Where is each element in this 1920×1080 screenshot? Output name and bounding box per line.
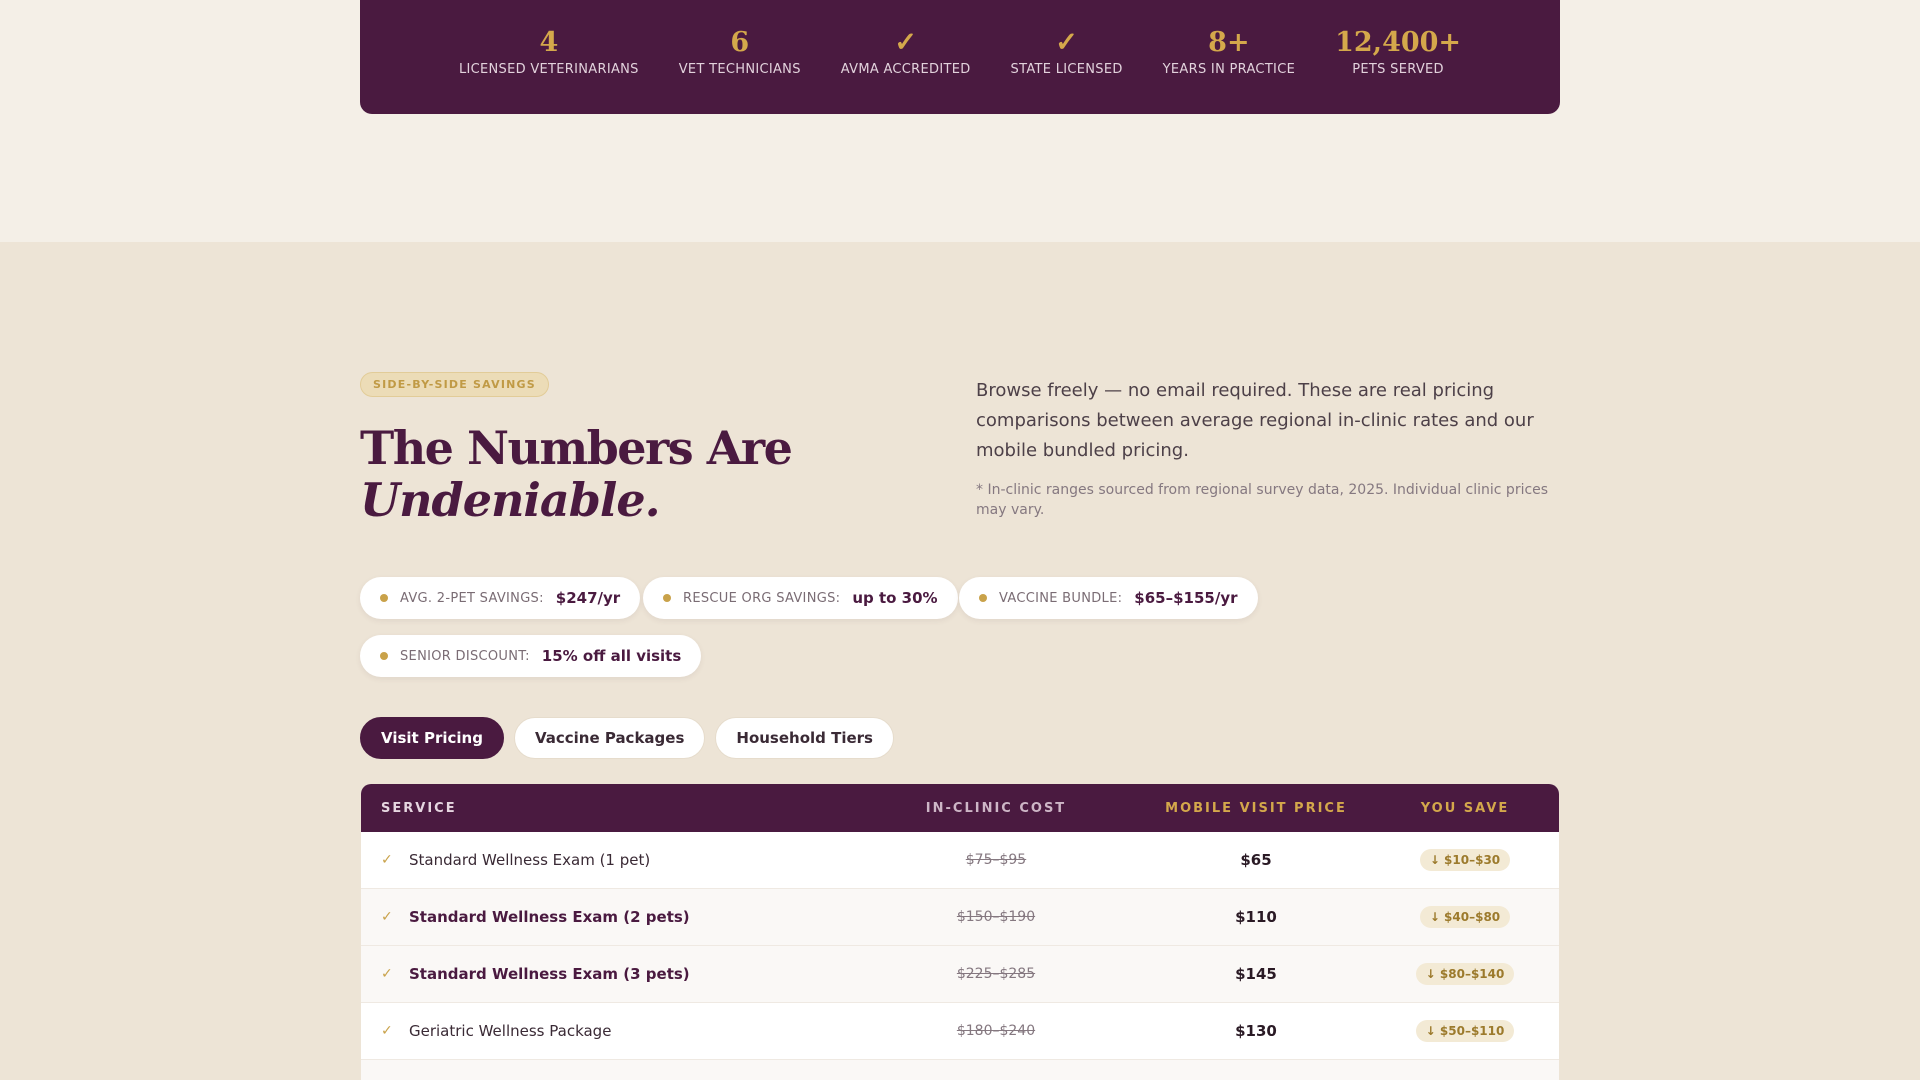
- savings-cell: ↓ $80–$140: [1371, 963, 1559, 985]
- bullet-dot-icon: [380, 652, 388, 660]
- service-name: Standard Wellness Exam (3 pets): [409, 965, 690, 983]
- table-row: ✓ Geriatric Wellness Package $180–$240 $…: [361, 1003, 1559, 1060]
- pricing-table: SERVICE IN-CLINIC COST MOBILE VISIT PRIC…: [361, 784, 1559, 1080]
- stat-veterinarians: 4 LICENSED VETERINARIANS: [439, 26, 659, 77]
- savings-badge: ↓ $80–$140: [1415, 963, 1515, 985]
- table-row: ✓ Standard Wellness Exam (1 pet) $75–$95…: [361, 832, 1559, 889]
- stat-value: 12,400+: [1335, 27, 1462, 58]
- stat-years: 8+ YEARS IN PRACTICE: [1143, 26, 1315, 77]
- savings-cell: ↓ $10–$30: [1371, 849, 1559, 871]
- chip-value: up to 30%: [852, 589, 938, 607]
- savings-cell: ↓ $40–$80: [1371, 906, 1559, 928]
- mobile-price: $110: [1235, 908, 1277, 926]
- savings-badge: ↓ $10–$30: [1419, 849, 1511, 871]
- service-name: Standard Wellness Exam (1 pet): [409, 851, 651, 869]
- chip-value: 15% off all visits: [541, 647, 682, 665]
- table-header: SERVICE IN-CLINIC COST MOBILE VISIT PRIC…: [361, 784, 1559, 832]
- chip-label: RESCUE ORG SAVINGS:: [683, 590, 841, 606]
- headline-line-2: Undeniable.: [360, 473, 661, 527]
- stat-technicians: 6 VET TECHNICIANS: [659, 26, 821, 77]
- checkmark-icon: ✓: [894, 27, 917, 58]
- checkmark-icon: ✓: [381, 909, 393, 925]
- chip-rescue-savings: RESCUE ORG SAVINGS: up to 30%: [643, 577, 958, 619]
- chip-senior-discount: SENIOR DISCOUNT: 15% off all visits: [360, 635, 702, 677]
- chip-value: $65–$155/yr: [1134, 589, 1238, 607]
- tab-household-tiers[interactable]: Household Tiers: [715, 717, 894, 759]
- in-clinic-cost: $75–$95: [965, 852, 1027, 868]
- table-row: ✓ Standard Wellness Exam (2 pets) $150–$…: [361, 889, 1559, 946]
- section-intro: Browse freely — no email required. These…: [976, 380, 1534, 461]
- service-cell: ✓ Standard Wellness Exam (3 pets): [361, 965, 851, 983]
- stat-label: LICENSED VETERINARIANS: [458, 62, 639, 77]
- column-header-service: SERVICE: [381, 800, 457, 816]
- chip-label: VACCINE BUNDLE:: [999, 590, 1123, 606]
- stat-avma: ✓ AVMA ACCREDITED: [821, 26, 991, 77]
- stat-value: 6: [730, 27, 750, 58]
- table-row: ✓ Standard Wellness Exam (3 pets) $225–$…: [361, 946, 1559, 1003]
- bullet-dot-icon: [663, 594, 671, 602]
- section-footnote: * In-clinic ranges sourced from regional…: [976, 482, 1549, 518]
- tab-vaccine-packages[interactable]: Vaccine Packages: [513, 717, 706, 759]
- stat-value: 8+: [1208, 27, 1250, 58]
- chip-label: SENIOR DISCOUNT:: [400, 648, 530, 664]
- column-header-in-clinic: IN-CLINIC COST: [925, 800, 1067, 816]
- chip-label: AVG. 2-PET SAVINGS:: [400, 590, 544, 606]
- stat-pets-served: 12,400+ PETS SERVED: [1315, 26, 1481, 77]
- service-name: Geriatric Wellness Package: [409, 1022, 612, 1040]
- mobile-price: $65: [1240, 851, 1272, 869]
- in-clinic-cost: $150–$190: [956, 909, 1036, 925]
- checkmark-icon: ✓: [381, 852, 393, 868]
- stat-label: YEARS IN PRACTICE: [1162, 62, 1296, 77]
- stat-label: AVMA ACCREDITED: [840, 62, 971, 77]
- checkmark-icon: ✓: [1055, 27, 1078, 58]
- service-name: Standard Wellness Exam (2 pets): [409, 908, 690, 926]
- section-headline: The Numbers Are Undeniable.: [360, 420, 920, 524]
- mobile-price: $130: [1235, 1022, 1277, 1040]
- credentials-stats-bar: 4 LICENSED VETERINARIANS 6 VET TECHNICIA…: [360, 0, 1560, 114]
- savings-badge: ↓ $50–$110: [1415, 1020, 1515, 1042]
- section-eyebrow-badge: SIDE-BY-SIDE SAVINGS: [360, 372, 549, 397]
- in-clinic-cost: $225–$285: [956, 966, 1036, 982]
- bullet-dot-icon: [979, 594, 987, 602]
- in-clinic-cost: $180–$240: [956, 1023, 1036, 1039]
- chip-vaccine-bundle: VACCINE BUNDLE: $65–$155/yr: [959, 577, 1258, 619]
- chip-value: $247/yr: [555, 589, 621, 607]
- service-cell: ✓ Standard Wellness Exam (1 pet): [361, 851, 851, 869]
- checkmark-icon: ✓: [381, 966, 393, 982]
- tab-visit-pricing[interactable]: Visit Pricing: [360, 717, 504, 759]
- stat-label: STATE LICENSED: [1010, 62, 1123, 77]
- savings-cell: ↓ $50–$110: [1371, 1020, 1559, 1042]
- column-header-you-save: YOU SAVE: [1420, 800, 1510, 816]
- column-header-mobile-price: MOBILE VISIT PRICE: [1165, 800, 1347, 816]
- headline-line-1: The Numbers Are: [360, 421, 793, 475]
- table-row: [361, 1060, 1559, 1080]
- stat-label: VET TECHNICIANS: [678, 62, 801, 77]
- service-cell: ✓ Standard Wellness Exam (2 pets): [361, 908, 851, 926]
- stat-value: 4: [539, 27, 559, 58]
- stat-state-licensed: ✓ STATE LICENSED: [991, 26, 1143, 77]
- stat-label: PETS SERVED: [1352, 62, 1444, 77]
- bullet-dot-icon: [380, 594, 388, 602]
- mobile-price: $145: [1235, 965, 1277, 983]
- checkmark-icon: ✓: [381, 1023, 393, 1039]
- pricing-tabs: Visit Pricing Vaccine Packages Household…: [360, 717, 894, 759]
- service-cell: ✓ Geriatric Wellness Package: [361, 1022, 851, 1040]
- chip-two-pet-savings: AVG. 2-PET SAVINGS: $247/yr: [360, 577, 641, 619]
- savings-badge: ↓ $40–$80: [1419, 906, 1511, 928]
